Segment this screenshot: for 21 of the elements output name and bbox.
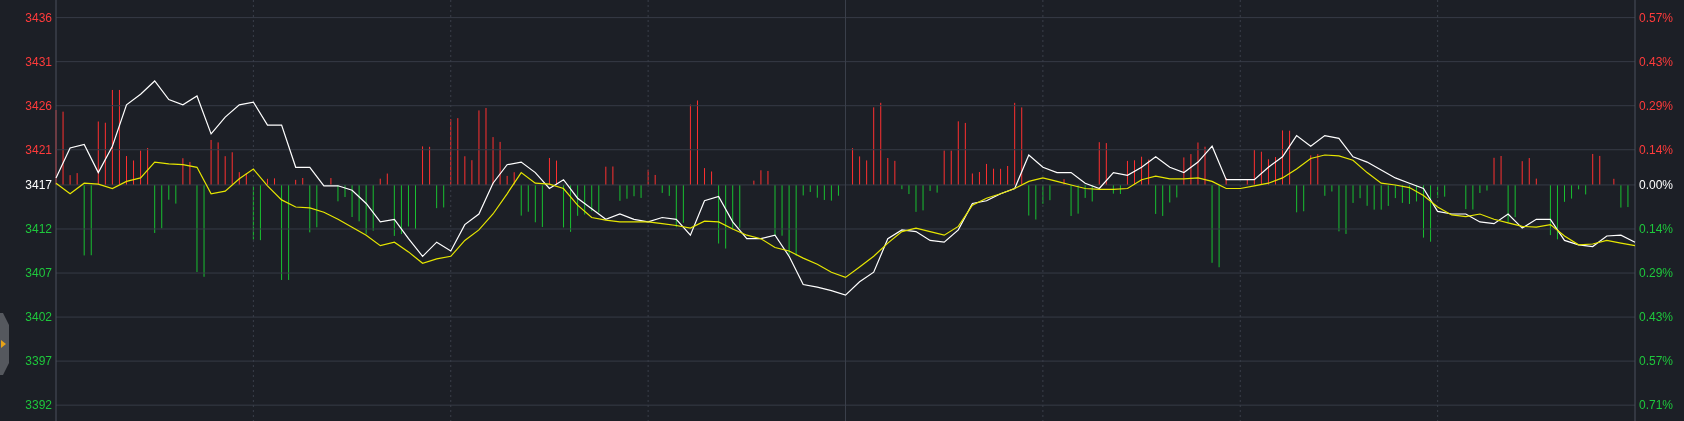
axis-label: 3392 <box>25 398 52 413</box>
axis-label: 3417 <box>25 177 52 192</box>
axis-label: 3407 <box>25 266 52 281</box>
axis-label: 3421 <box>25 142 52 157</box>
axis-label: 0.57% <box>1639 10 1674 25</box>
axis-label: 0.43% <box>1639 54 1674 69</box>
axis-label: 0.14% <box>1639 222 1674 236</box>
axis-label: 3431 <box>25 54 52 69</box>
axis-label: 3436 <box>25 10 52 25</box>
axis-label: 0.29% <box>1639 266 1674 281</box>
axis-label: 0.14% <box>1639 142 1674 157</box>
axis-label: 3402 <box>25 310 52 325</box>
collapse-handle[interactable] <box>0 313 9 375</box>
axis-label: 0.29% <box>1639 98 1674 113</box>
axis-label: 3426 <box>25 98 52 113</box>
axis-label: 0.57% <box>1639 354 1674 369</box>
axis-label: 3397 <box>25 354 52 369</box>
axis-label: 3412 <box>25 222 52 236</box>
axis-label: 0.43% <box>1639 310 1674 325</box>
axis-label: 0.71% <box>1639 398 1674 413</box>
axis-label: 0.00% <box>1639 177 1674 192</box>
